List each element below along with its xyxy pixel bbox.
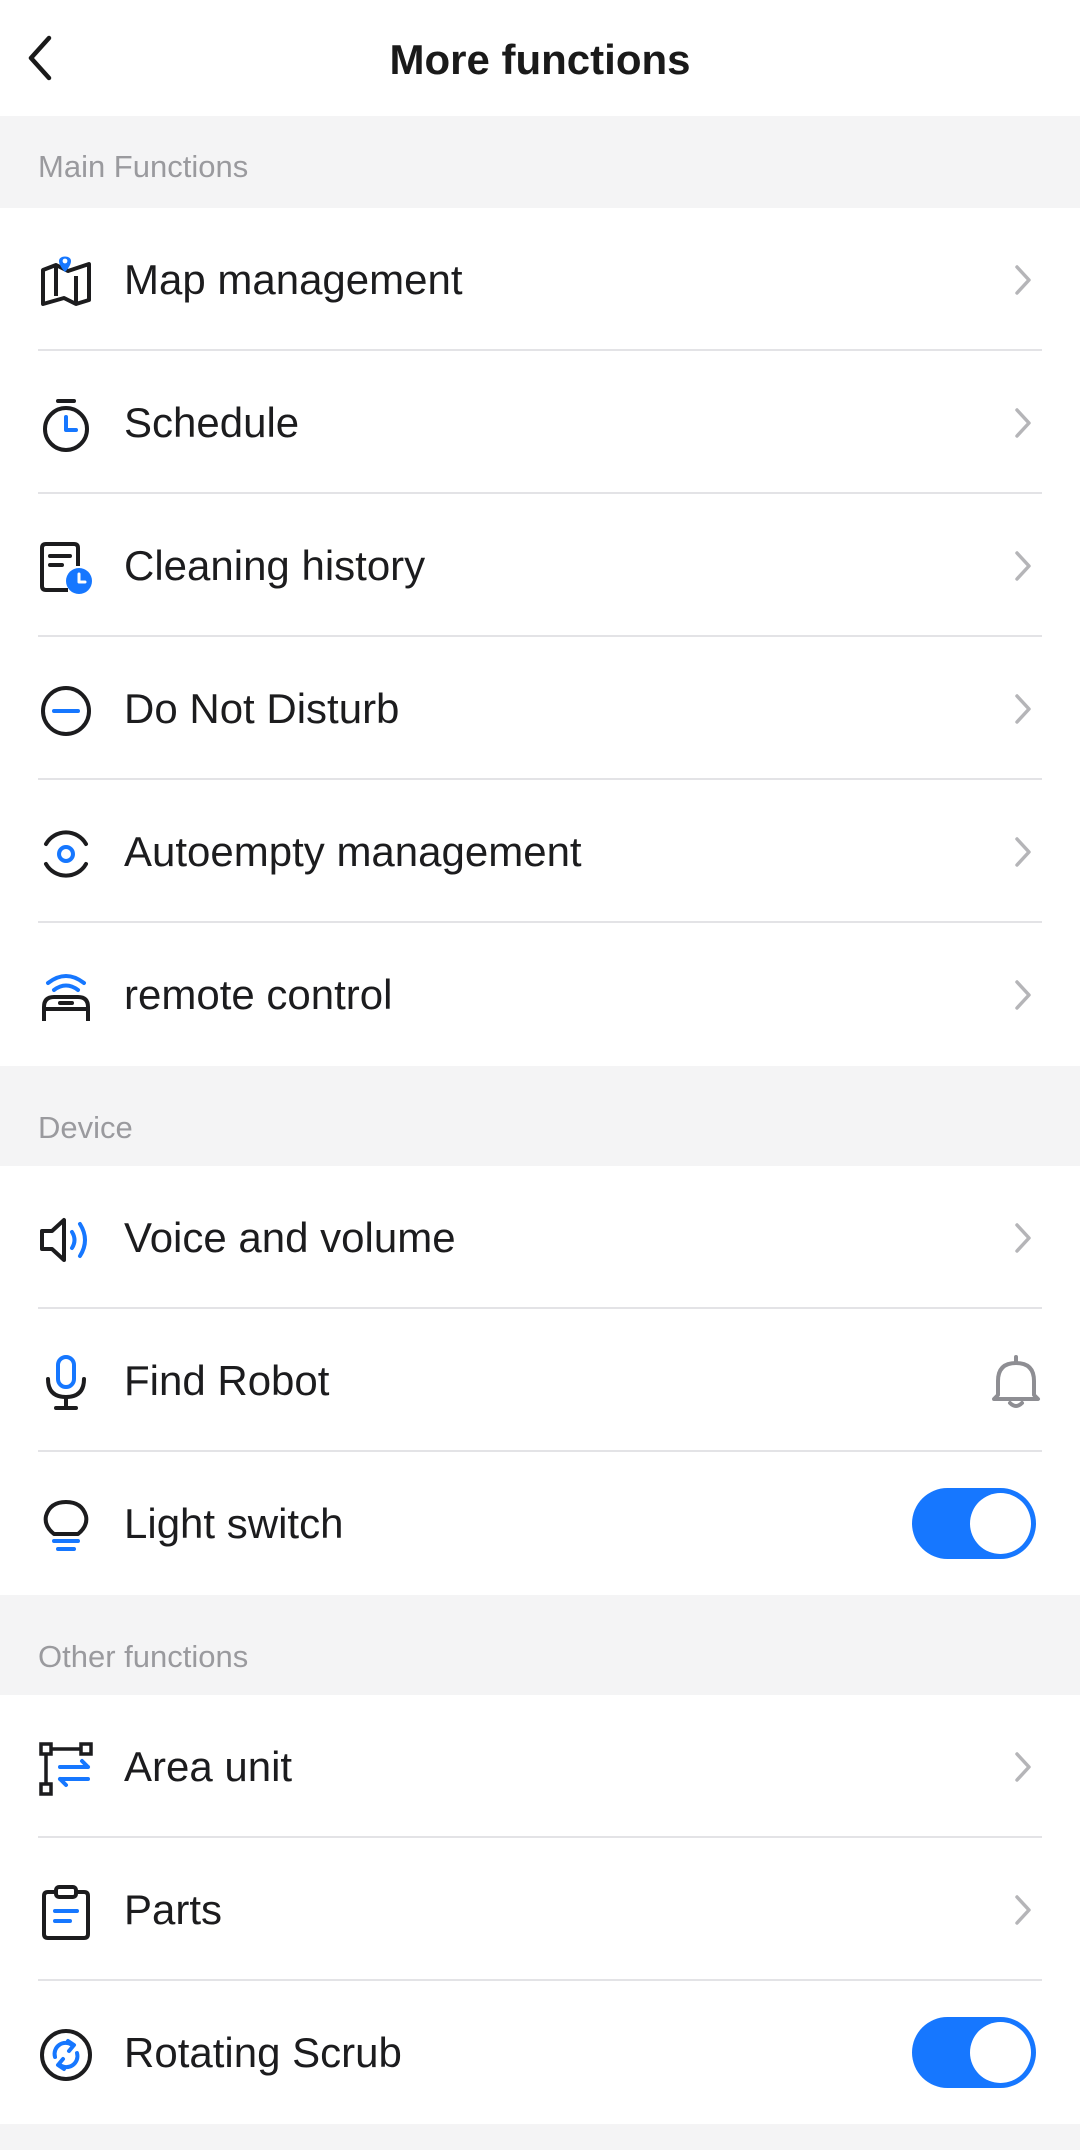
chevron-right-icon	[1006, 1747, 1040, 1787]
chevron-right-icon	[1006, 832, 1040, 872]
menu-item-label: Voice and volume	[124, 1214, 456, 1261]
chevron-right-icon	[1006, 403, 1040, 443]
menu-item-rotating-scrub: Rotating Scrub	[0, 1981, 1080, 2124]
map-icon	[36, 254, 96, 310]
main-functions-list: Map management Schedule Cleaning history…	[0, 208, 1080, 1066]
history-icon	[36, 540, 96, 596]
menu-item-schedule[interactable]: Schedule	[0, 351, 1080, 494]
menu-item-label: Schedule	[124, 399, 300, 446]
section-header-device: Device	[0, 1066, 1080, 1166]
section-label: Main Functions	[38, 149, 249, 184]
menu-item-label: Autoempty management	[124, 828, 582, 875]
menu-item-map-management[interactable]: Map management	[0, 208, 1080, 351]
menu-item-label: remote control	[124, 971, 393, 1018]
other-functions-list: Area unit Parts Rotating Scrub	[0, 1695, 1080, 2124]
remote-control-icon	[36, 969, 96, 1025]
menu-item-voice-and-volume[interactable]: Voice and volume	[0, 1166, 1080, 1309]
clipboard-icon	[36, 1884, 96, 1940]
speaker-icon	[36, 1212, 96, 1268]
chevron-right-icon	[1006, 260, 1040, 300]
rotating-scrub-toggle[interactable]	[912, 2017, 1036, 2088]
menu-item-label: Do Not Disturb	[124, 685, 400, 732]
autoempty-icon	[36, 826, 96, 882]
toggle-knob	[970, 2022, 1031, 2083]
menu-item-remote-control[interactable]: remote control	[0, 923, 1080, 1066]
page-title: More functions	[389, 36, 691, 83]
bell-icon[interactable]	[990, 1353, 1042, 1409]
chevron-right-icon	[1006, 975, 1040, 1015]
chevron-right-icon	[1006, 1890, 1040, 1930]
menu-item-cleaning-history[interactable]: Cleaning history	[0, 494, 1080, 637]
menu-item-label: Rotating Scrub	[124, 2029, 402, 2076]
menu-item-area-unit[interactable]: Area unit	[0, 1695, 1080, 1838]
do-not-disturb-icon	[36, 683, 96, 739]
chevron-right-icon	[1006, 1218, 1040, 1258]
menu-item-do-not-disturb[interactable]: Do Not Disturb	[0, 637, 1080, 780]
top-bar: More functions	[0, 0, 1080, 116]
menu-item-label: Map management	[124, 256, 463, 303]
area-unit-icon	[36, 1741, 96, 1797]
menu-item-find-robot[interactable]: Find Robot	[0, 1309, 1080, 1452]
menu-item-label: Light switch	[124, 1500, 344, 1547]
light-switch-toggle[interactable]	[912, 1488, 1036, 1559]
menu-item-label: Parts	[124, 1886, 223, 1933]
toggle-knob	[970, 1493, 1031, 1554]
microphone-icon	[36, 1355, 96, 1411]
section-label: Device	[38, 1110, 133, 1145]
section-header-main: Main Functions	[0, 116, 1080, 208]
menu-item-autoempty-management[interactable]: Autoempty management	[0, 780, 1080, 923]
timer-icon	[36, 397, 96, 453]
rotate-icon	[36, 2027, 96, 2083]
menu-item-label: Area unit	[124, 1743, 293, 1790]
menu-item-label: Find Robot	[124, 1357, 330, 1404]
menu-item-label: Cleaning history	[124, 542, 426, 589]
chevron-right-icon	[1006, 689, 1040, 729]
chevron-right-icon	[1006, 546, 1040, 586]
lightbulb-icon	[36, 1498, 96, 1554]
section-header-other: Other functions	[0, 1595, 1080, 1695]
menu-item-light-switch: Light switch	[0, 1452, 1080, 1595]
menu-item-parts[interactable]: Parts	[0, 1838, 1080, 1981]
section-label: Other functions	[38, 1639, 249, 1674]
device-list: Voice and volume Find Robot Light switch	[0, 1166, 1080, 1595]
